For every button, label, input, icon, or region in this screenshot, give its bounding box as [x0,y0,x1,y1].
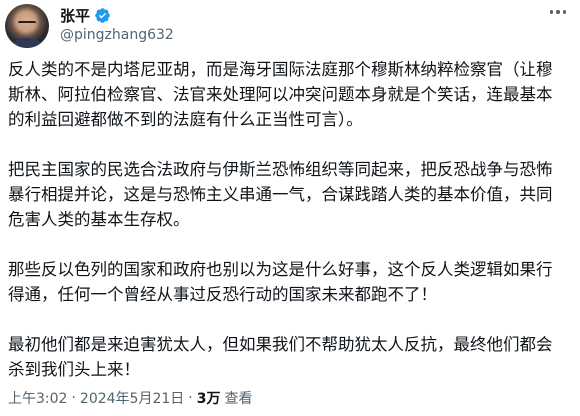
post-paragraph: 反人类的不是内塔尼亚胡，而是海牙国际法庭那个穆斯林纳粹检察官（让穆 斯林、阿拉伯… [8,60,553,129]
name-row: 张平 [60,5,111,25]
post-paragraph: 把民主国家的民选合法政府与伊斯兰恐怖组织等同起来，把反恐战争与恐怖 暴行相提并论… [8,160,553,229]
more-dot [562,10,567,14]
avatar-glasses [18,21,36,27]
meta-separator: · [71,390,76,406]
meta-separator: · [188,390,193,406]
verified-badge-icon[interactable] [94,7,111,24]
views-count: 3万 [196,391,221,407]
more-dot [549,10,554,14]
avatar-shirt [11,38,43,48]
views-label[interactable]: 查看 [224,388,252,408]
avatar[interactable] [5,4,49,48]
post-meta: 上午3:02 · 2024年5月21日 · 3万 查看 [8,388,252,408]
more-dot [556,10,560,14]
post-text: 反人类的不是内塔尼亚胡，而是海牙国际法庭那个穆斯林纳粹检察官（让穆 斯林、阿拉伯… [8,57,574,407]
more-horizontal-icon[interactable] [544,2,572,22]
post-paragraph: 最初他们都是来迫害犹太人，但如果我们不帮助犹太人反抗，最终他们都会 杀到我们头上… [8,335,553,379]
author-handle[interactable]: @pingzhang632 [60,27,174,43]
post-paragraph: 那些反以色列的国家和政府也别以为这是什么好事，这个反人类逻辑如果行 得通，任何一… [8,260,553,304]
post-time[interactable]: 上午3:02 [8,388,67,408]
author-display-name[interactable]: 张平 [60,5,90,26]
post-header: 张平 @pingzhang632 [0,0,580,54]
post-date[interactable]: 2024年5月21日 [80,388,184,408]
